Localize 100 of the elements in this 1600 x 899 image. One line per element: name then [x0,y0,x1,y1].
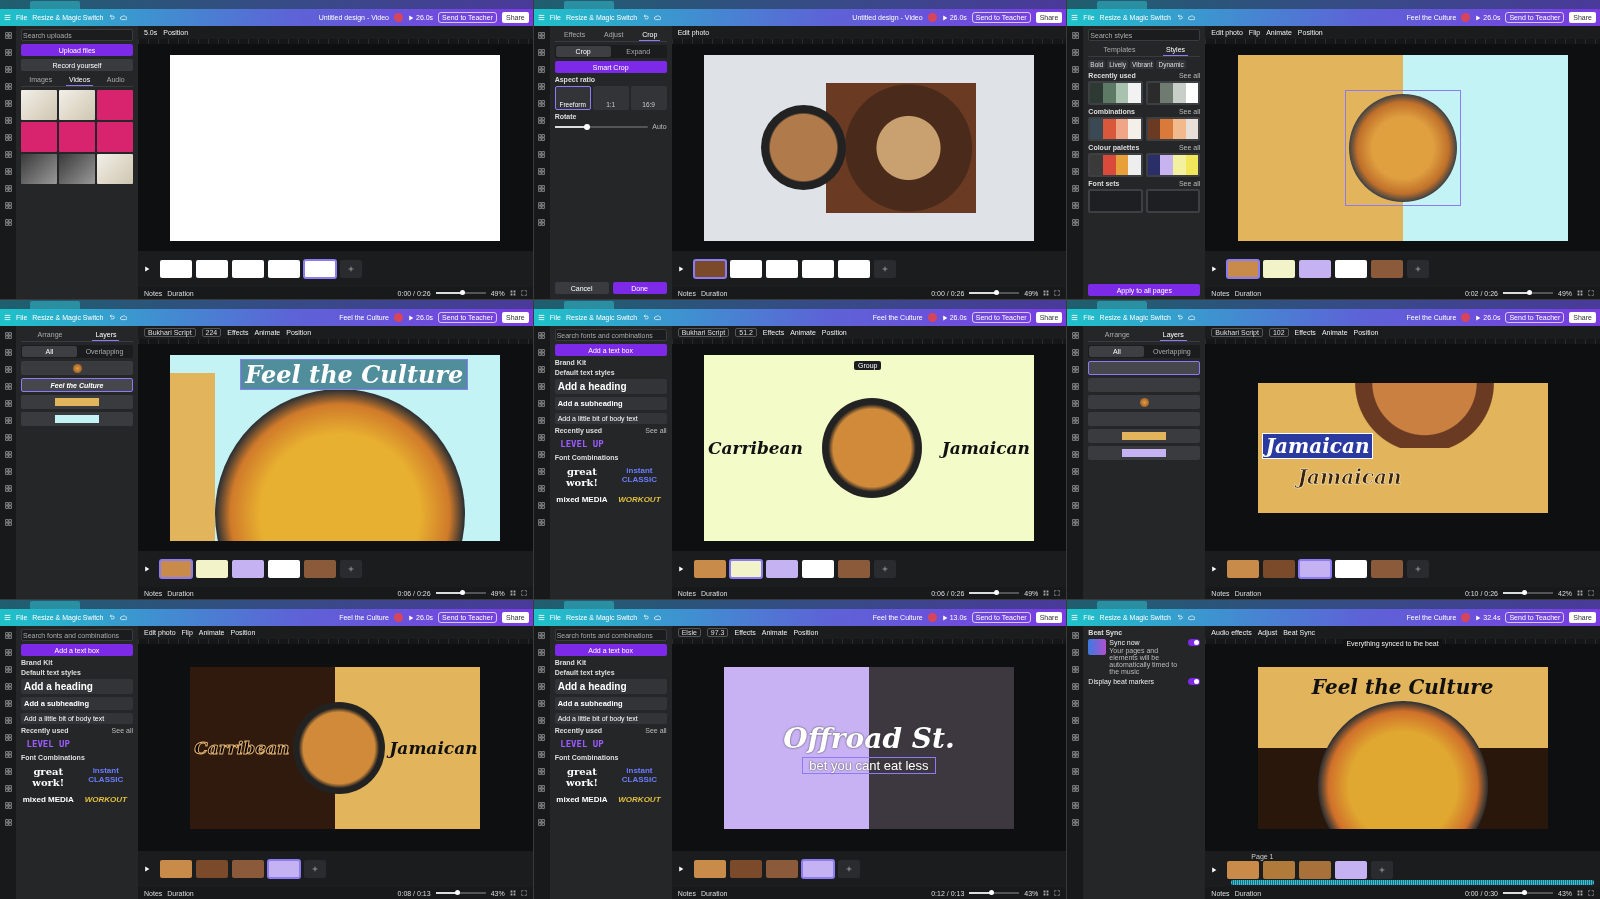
grid-icon[interactable] [1577,290,1583,296]
grid-icon[interactable] [4,683,12,690]
add-page-button[interactable] [1407,260,1430,278]
font-sample[interactable]: instant CLASSIC [78,764,133,790]
page-thumbnail[interactable] [1263,560,1296,578]
page-thumbnail[interactable] [1227,861,1260,879]
font-sample[interactable]: WORKOUT [612,793,667,806]
add-page-button[interactable] [340,260,362,278]
grid-icon[interactable] [4,485,12,492]
grid-icon[interactable] [4,151,12,158]
fullscreen-icon[interactable] [1054,890,1061,896]
grid-icon[interactable] [1071,332,1079,339]
grid-icon[interactable] [4,717,12,724]
video-thumbnail[interactable] [97,122,133,152]
grid-icon[interactable] [4,819,12,826]
grid-icon[interactable] [4,400,12,407]
grid-icon[interactable] [509,890,516,896]
grid-icon[interactable] [4,100,12,107]
grid-icon[interactable] [4,49,12,56]
grid-icon[interactable] [4,134,12,141]
grid-icon[interactable] [538,683,546,690]
layer-row[interactable] [21,395,133,409]
grid-icon[interactable] [538,202,546,209]
grid-icon[interactable] [538,117,546,124]
grid-icon[interactable] [4,700,12,707]
grid-icon[interactable] [1071,751,1079,758]
grid-icon[interactable] [1071,802,1079,809]
grid-icon[interactable] [1043,590,1050,596]
font-sample[interactable]: great work! [554,464,610,490]
page-thumbnail[interactable] [801,260,834,278]
grid-icon[interactable] [1071,32,1079,39]
page-thumbnail[interactable] [196,560,228,578]
grid-icon[interactable] [4,519,12,526]
add-page-button[interactable] [1371,861,1394,879]
grid-icon[interactable] [4,66,12,73]
grid-icon[interactable] [1071,383,1079,390]
grid-icon[interactable] [538,100,546,107]
page-thumbnail[interactable] [729,260,762,278]
grid-icon[interactable] [538,768,546,775]
page-thumbnail[interactable] [765,260,798,278]
page-thumbnail[interactable] [1227,260,1260,278]
grid-icon[interactable] [538,383,546,390]
page-thumbnail[interactable] [232,260,264,278]
grid-icon[interactable] [4,666,12,673]
toggle-switch[interactable] [1188,639,1201,646]
page-thumbnail[interactable] [232,560,264,578]
play-icon[interactable] [144,266,150,272]
grid-icon[interactable] [1071,468,1079,475]
font-sample[interactable]: instant CLASSIC [612,464,667,490]
grid-icon[interactable] [538,349,546,356]
grid-icon[interactable] [4,117,12,124]
font-sample[interactable]: great work! [554,764,610,790]
play-icon[interactable] [144,866,150,872]
grid-icon[interactable] [1071,400,1079,407]
grid-icon[interactable] [538,332,546,339]
style-card[interactable] [1088,117,1143,141]
grid-icon[interactable] [1071,83,1079,90]
headline-text[interactable]: Jamaican [1261,432,1374,459]
grid-icon[interactable] [538,66,546,73]
grid-icon[interactable] [538,451,546,458]
grid-icon[interactable] [1071,117,1079,124]
design-canvas[interactable]: Carribean Jamaican [190,666,481,829]
page-thumbnail[interactable] [1299,861,1332,879]
grid-icon[interactable] [538,434,546,441]
page-thumbnail[interactable] [1371,260,1404,278]
grid-icon[interactable] [4,349,12,356]
grid-icon[interactable] [538,151,546,158]
grid-icon[interactable] [538,649,546,656]
grid-icon[interactable] [1071,734,1079,741]
grid-icon[interactable] [1071,202,1079,209]
font-sample[interactable]: mixed MEDIA [21,793,76,806]
page-thumbnail[interactable] [693,860,726,878]
play-icon[interactable] [677,566,684,572]
font-sample[interactable]: WORKOUT [612,493,667,506]
video-thumbnail[interactable] [59,90,95,120]
grid-icon[interactable] [538,700,546,707]
heading-style-button[interactable]: Add a heading [21,679,133,694]
page-thumbnail[interactable] [1299,560,1332,578]
grid-icon[interactable] [1071,168,1079,175]
page-thumbnail[interactable] [196,860,228,878]
style-card[interactable] [1145,81,1201,105]
font-sample[interactable]: instant CLASSIC [612,764,667,790]
rotate-slider[interactable] [554,125,649,128]
video-thumbnail[interactable] [21,154,57,184]
grid-icon[interactable] [538,219,546,226]
video-thumbnail[interactable] [21,90,57,120]
page-thumbnail[interactable] [801,860,834,878]
grid-icon[interactable] [538,785,546,792]
design-canvas[interactable] [1237,54,1568,241]
grid-icon[interactable] [4,434,12,441]
page-thumbnail[interactable] [1335,560,1368,578]
grid-icon[interactable] [1071,49,1079,56]
grid-icon[interactable] [1071,134,1079,141]
page-thumbnail[interactable] [268,860,300,878]
grid-icon[interactable] [538,717,546,724]
font-sample[interactable]: LEVEL UP [554,737,610,751]
page-thumbnail[interactable] [1299,260,1332,278]
layer-row[interactable] [21,412,133,426]
video-thumbnail[interactable] [97,90,133,120]
style-card[interactable] [1145,153,1201,177]
